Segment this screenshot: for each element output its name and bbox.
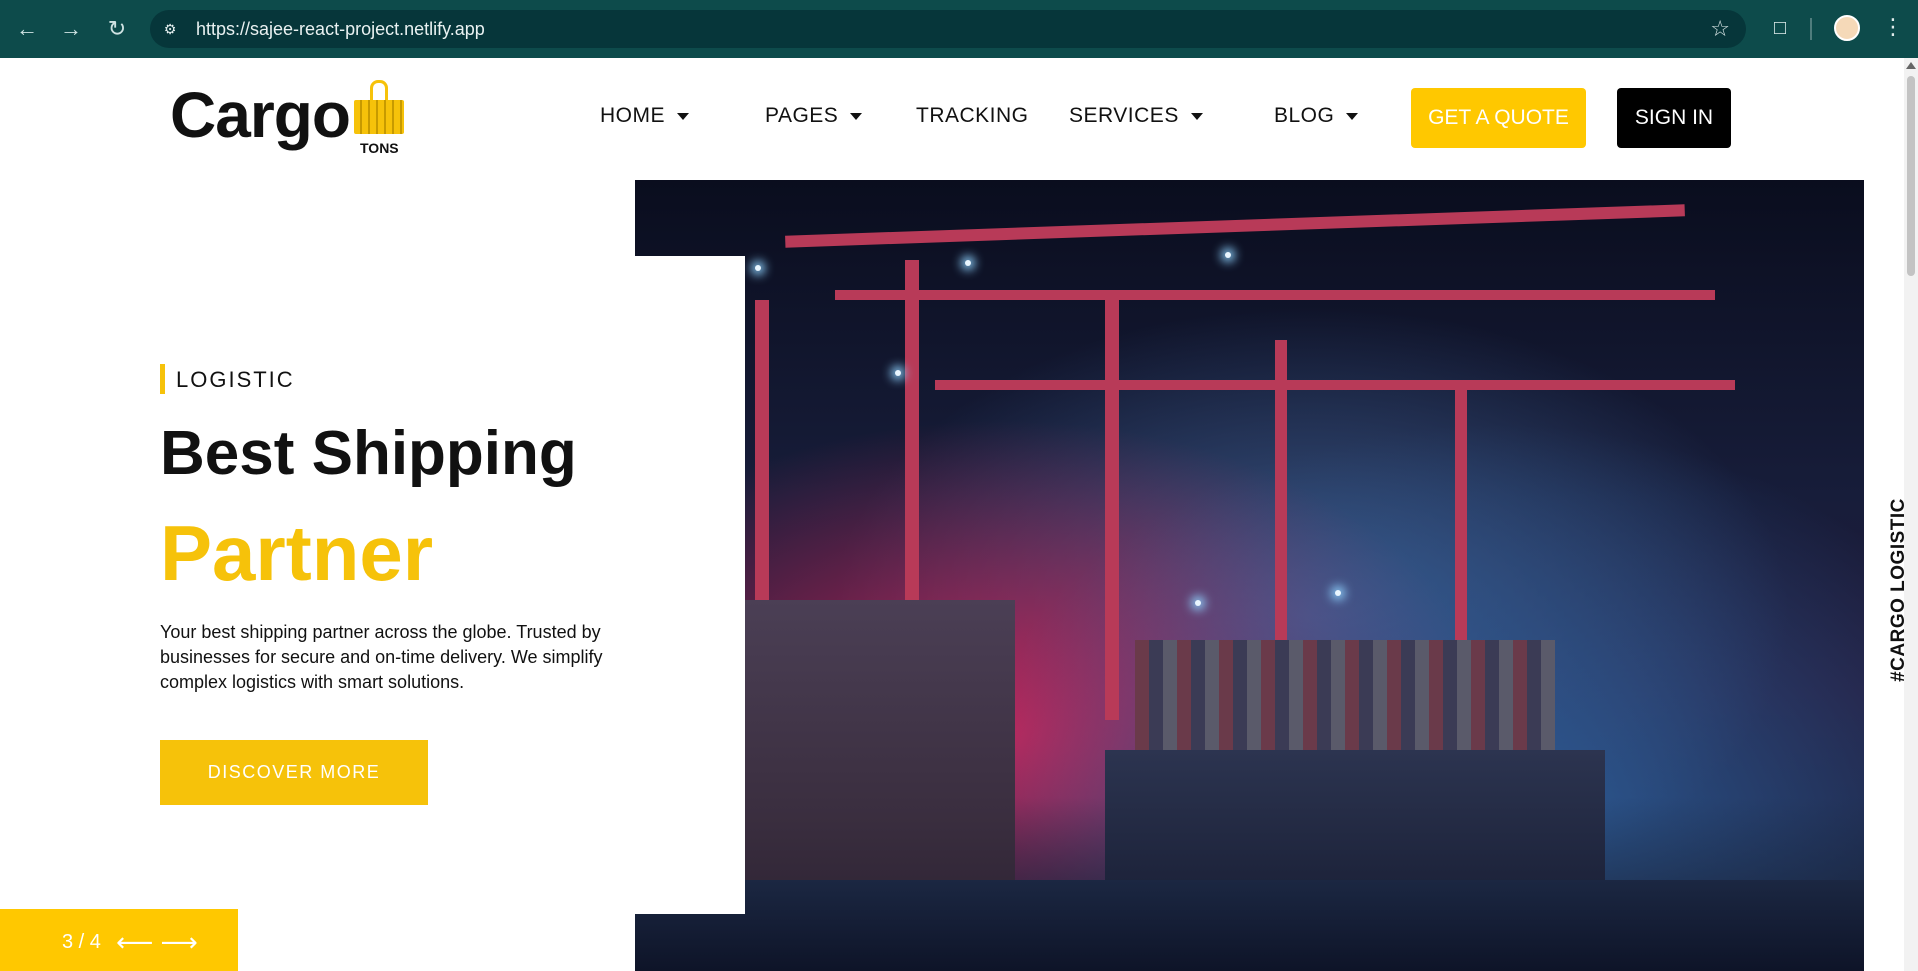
bookmark-star-icon[interactable]: ☆ bbox=[1710, 16, 1730, 42]
chevron-down-icon bbox=[677, 112, 689, 120]
chevron-down-icon bbox=[850, 112, 863, 120]
hero-image-overlay-cut bbox=[635, 256, 745, 914]
scroll-thumb[interactable] bbox=[1907, 76, 1915, 276]
get-a-quote-button[interactable]: GET A QUOTE bbox=[1411, 88, 1586, 148]
hero-title-line2: Partner bbox=[160, 509, 434, 597]
reload-icon[interactable]: ↻ bbox=[102, 14, 132, 44]
logo-text: Cargo bbox=[170, 79, 351, 151]
crane-boom bbox=[785, 204, 1685, 248]
discover-more-button[interactable]: DISCOVER MORE bbox=[160, 740, 428, 805]
forward-icon[interactable]: → bbox=[56, 14, 86, 44]
chevron-down-icon bbox=[1190, 112, 1203, 120]
crane-leg bbox=[1105, 300, 1119, 720]
profile-avatar[interactable] bbox=[1834, 15, 1860, 41]
container-icon bbox=[354, 100, 404, 134]
hero-harbor-image bbox=[635, 180, 1864, 971]
slider-controls: 3 / 4 ⟵ ⟶ bbox=[0, 909, 238, 971]
nav-tracking-label: TRACKING bbox=[916, 104, 1029, 127]
slide-counter: 3 / 4 bbox=[62, 931, 101, 953]
light bbox=[1225, 252, 1231, 258]
browser-toolbar: ← → ↻ ⚙ https://sajee-react-project.netl… bbox=[0, 0, 1918, 58]
light bbox=[1335, 590, 1341, 596]
light bbox=[895, 370, 901, 376]
crane-hook-icon bbox=[370, 80, 388, 102]
page-scrollbar[interactable] bbox=[1904, 58, 1918, 971]
site-info-icon[interactable]: ⚙ bbox=[160, 19, 180, 39]
crane-boom bbox=[835, 290, 1715, 300]
address-bar[interactable]: ⚙ https://sajee-react-project.netlify.ap… bbox=[150, 10, 1746, 48]
nav-pages-label: PAGES bbox=[765, 104, 839, 127]
nav-pages[interactable]: PAGES bbox=[765, 104, 863, 128]
ship-hull-center bbox=[1105, 750, 1605, 900]
slider-arrows: ⟵ ⟶ bbox=[116, 927, 198, 958]
crane-boom bbox=[935, 380, 1735, 390]
nav-tracking[interactable]: TRACKING bbox=[916, 104, 1029, 128]
nav-home-label: HOME bbox=[600, 104, 665, 127]
nav-blog[interactable]: BLOG bbox=[1274, 104, 1359, 128]
light bbox=[1195, 600, 1201, 606]
water bbox=[635, 880, 1864, 971]
light bbox=[965, 260, 971, 266]
toolbar-divider bbox=[1810, 18, 1812, 40]
containers bbox=[1135, 640, 1555, 750]
arrow-right-icon[interactable]: ⟶ bbox=[161, 927, 198, 957]
tag-accent-bar bbox=[160, 364, 165, 394]
logo-subtitle: TONS bbox=[360, 140, 399, 156]
back-icon[interactable]: ← bbox=[12, 14, 42, 44]
url-text[interactable]: https://sajee-react-project.netlify.app bbox=[196, 19, 485, 40]
nav-blog-label: BLOG bbox=[1274, 104, 1335, 127]
scroll-up-icon[interactable] bbox=[1906, 62, 1916, 69]
arrow-left-icon[interactable]: ⟵ bbox=[116, 927, 153, 957]
hero-description: Your best shipping partner across the gl… bbox=[160, 622, 603, 692]
hero-title-line1: Best Shipping bbox=[160, 419, 577, 488]
site-logo[interactable]: Cargo TONS bbox=[170, 78, 410, 158]
light bbox=[755, 265, 761, 271]
hero-tag: LOGISTIC bbox=[176, 367, 295, 392]
nav-services[interactable]: SERVICES bbox=[1069, 104, 1203, 128]
chevron-down-icon bbox=[1346, 112, 1359, 120]
nav-services-label: SERVICES bbox=[1069, 104, 1179, 127]
sign-in-button[interactable]: SIGN IN bbox=[1617, 88, 1731, 148]
browser-menu-icon[interactable]: ⋮ bbox=[1882, 14, 1904, 40]
nav-home[interactable]: HOME bbox=[600, 104, 689, 128]
extensions-icon[interactable]: □ bbox=[1766, 14, 1794, 42]
